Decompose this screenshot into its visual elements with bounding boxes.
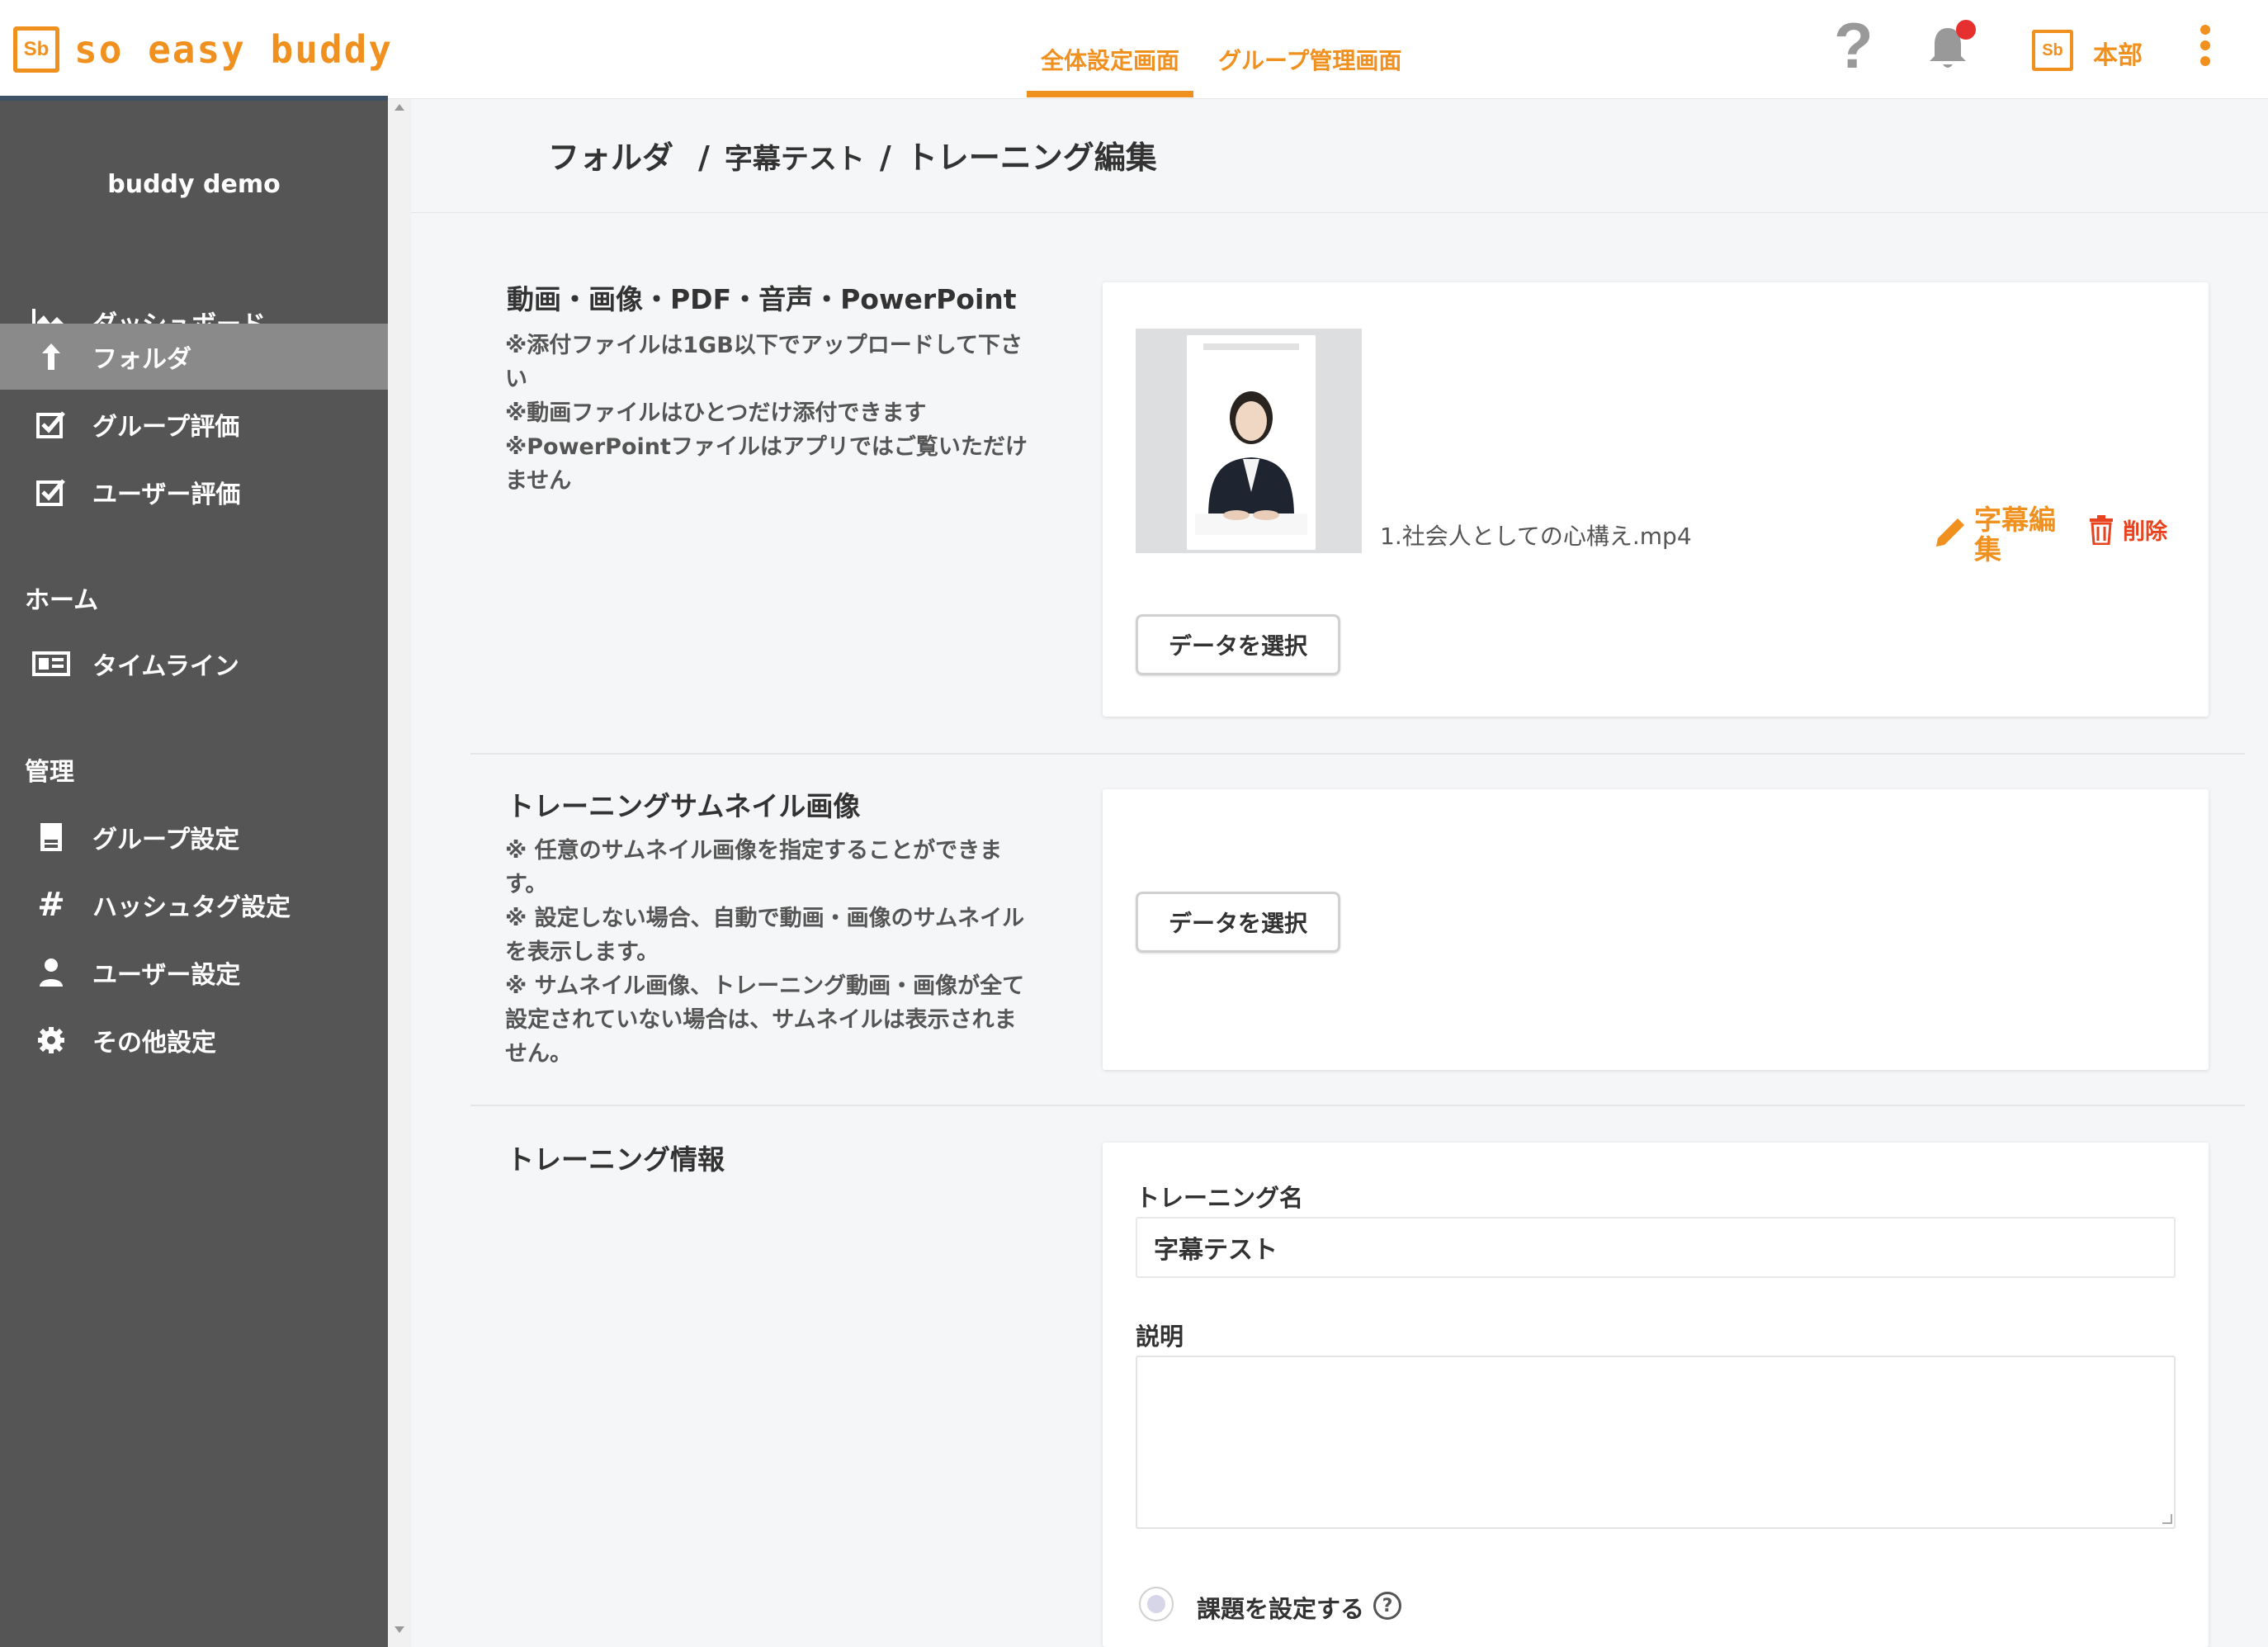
upload-arrow-icon (25, 342, 78, 372)
sidebar-item-label: ハッシュタグ設定 (92, 893, 291, 922)
presenter-image (1195, 343, 1307, 535)
sidebar-item-hashtag-settings[interactable]: # ハッシュタグ設定 (0, 872, 388, 938)
top-header: Sb so easy buddy 全体設定画面 グループ管理画面 ? Sb 本部 (0, 0, 2268, 99)
scroll-down-icon[interactable] (395, 1626, 404, 1633)
logo-mark: Sb (13, 26, 59, 73)
breadcrumb-separator: / (698, 140, 710, 176)
breadcrumb-separator: / (879, 140, 891, 176)
set-task-label[interactable]: 課題を設定する (1197, 1590, 1364, 1625)
sidebar-item-label: グループ設定 (92, 826, 240, 854)
section-admin: 管理 (25, 758, 74, 787)
edit-subtitle-button[interactable]: 字幕編集 (1931, 505, 2073, 565)
thumbnail-note: ※ サムネイル画像、トレーニング動画・画像が全て設定されていない場合は、サムネイ… (505, 973, 1025, 1067)
timeline-icon (25, 650, 78, 678)
user-icon (25, 957, 78, 988)
thumbnail-section-title: トレーニングサムネイル画像 (507, 790, 861, 822)
checkbox-icon (25, 409, 78, 439)
textarea-resize-handle[interactable] (2162, 1514, 2172, 1524)
select-media-button[interactable]: データを選択 (1136, 614, 1340, 675)
breadcrumb-current: トレーニング編集 (905, 140, 1157, 176)
trash-icon (2090, 514, 2113, 545)
section-divider (470, 1105, 2245, 1106)
more-menu-icon[interactable] (2199, 25, 2212, 66)
media-note: ※PowerPointファイルはアプリではご覧いただけません (505, 434, 1028, 494)
media-note: ※添付ファイルは1GB以下でアップロードして下さい (505, 333, 1023, 392)
set-task-radio[interactable] (1139, 1587, 1174, 1621)
user-avatar[interactable]: Sb (2032, 30, 2073, 71)
training-name-input[interactable]: 字幕テスト (1136, 1217, 2176, 1278)
company-name: buddy demo (107, 170, 281, 199)
sidebar-item-user-settings[interactable]: ユーザー設定 (0, 939, 388, 1006)
media-section-title: 動画・画像・PDF・音声・PowerPoint (507, 283, 1017, 315)
active-tab-indicator (1027, 91, 1193, 97)
gear-icon (25, 1025, 78, 1055)
pencil-icon (1936, 518, 1964, 547)
hash-icon: # (37, 886, 65, 924)
edit-subtitle-label: 字幕編集 (1974, 504, 2056, 566)
checkbox-icon (25, 477, 78, 507)
sidebar-item-timeline[interactable]: タイムライン (0, 631, 388, 697)
sidebar-item-user-evaluation[interactable]: ユーザー評価 (0, 459, 388, 525)
attached-file-name: 1.社会人としての心構え.mp4 (1380, 523, 1692, 550)
info-section-title: トレーニング情報 (507, 1143, 725, 1176)
sidebar-scrollbar[interactable] (388, 99, 411, 1647)
sidebar-item-other-settings[interactable]: その他設定 (0, 1007, 388, 1073)
sidebar-item-label: タイムライン (92, 652, 239, 681)
tab-group-management[interactable]: グループ管理画面 (1218, 43, 1401, 76)
breadcrumb-folder[interactable]: フォルダ (548, 132, 673, 177)
description-textarea[interactable] (1136, 1356, 2176, 1529)
sidebar-item-label: ユーザー設定 (92, 961, 241, 990)
scroll-up-icon[interactable] (395, 104, 404, 111)
media-note: ※動画ファイルはひとつだけ添付できます (505, 400, 927, 426)
breadcrumb-subtitle-test[interactable]: 字幕テスト (725, 136, 865, 177)
media-section-notes: ※添付ファイルは1GB以下でアップロードして下さい ※動画ファイルはひとつだけ添… (505, 329, 1033, 498)
sidebar-item-label: ユーザー評価 (92, 480, 241, 509)
sidebar-item-label: フォルダ (92, 345, 191, 374)
notification-badge (1956, 20, 1976, 40)
thumbnail-note: ※ 設定しない場合、自動で動画・画像のサムネイルを表示します。 (505, 906, 1025, 965)
sidebar-item-group-evaluation[interactable]: グループ評価 (0, 391, 388, 457)
task-help-icon[interactable]: ? (1373, 1592, 1401, 1620)
sidebar-item-group-settings[interactable]: グループ設定 (0, 804, 388, 870)
sidebar: buddy demo ダッシュボード フォルダ グループ評価 ユーザー評価 ホー… (0, 96, 388, 1647)
select-thumbnail-button[interactable]: データを選択 (1136, 892, 1340, 953)
delete-label: 削除 (2123, 519, 2167, 545)
sidebar-item-label: その他設定 (92, 1029, 216, 1058)
section-home: ホーム (25, 586, 99, 615)
document-icon (25, 821, 78, 853)
sidebar-item-label: グループ評価 (92, 413, 240, 442)
sidebar-item-folder[interactable]: フォルダ (0, 324, 388, 390)
description-label: 説明 (1136, 1323, 1184, 1351)
thumbnail-note: ※ 任意のサムネイル画像を指定することができます。 (505, 838, 1003, 897)
thumbnail-section-notes: ※ 任意のサムネイル画像を指定することができます。 ※ 設定しない場合、自動で動… (505, 834, 1033, 1071)
training-name-label: トレーニング名 (1136, 1184, 1304, 1212)
breadcrumb: フォルダ / 字幕テスト / トレーニング編集 (548, 132, 1157, 177)
app-logo[interactable]: Sb so easy buddy (13, 26, 393, 73)
radio-dot (1147, 1595, 1165, 1613)
tab-global-settings[interactable]: 全体設定画面 (1027, 43, 1193, 76)
help-icon[interactable]: ? (1834, 13, 1873, 78)
delete-file-button[interactable]: 削除 (2088, 514, 2167, 546)
logo-text: so easy buddy (74, 27, 394, 72)
section-divider (470, 753, 2245, 755)
user-name[interactable]: 本部 (2093, 35, 2143, 71)
